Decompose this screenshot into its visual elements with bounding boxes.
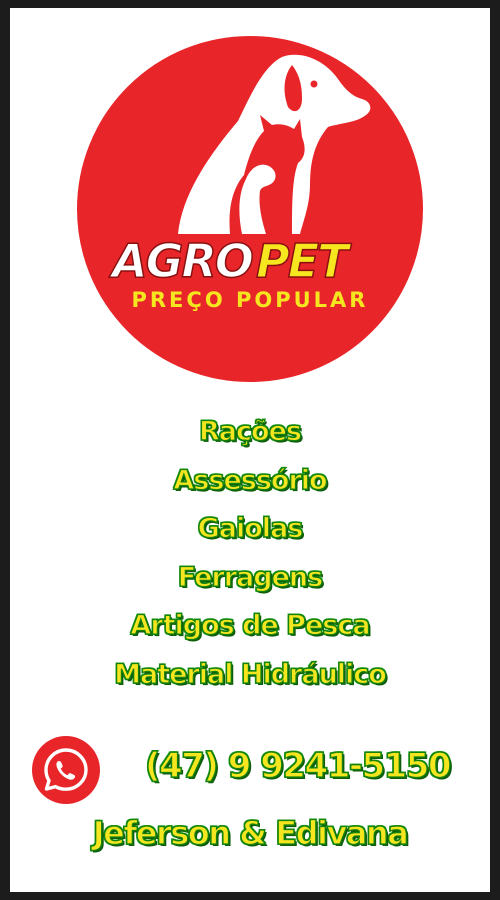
services-list: Rações Assessório Gaiolas Ferragens Arti… bbox=[10, 408, 490, 699]
service-item: Rações bbox=[198, 415, 302, 447]
business-card: AGRO PET PREÇO POPULAR Rações Assessório… bbox=[10, 8, 490, 892]
service-item: Assessório bbox=[173, 464, 328, 496]
owners-names: Jeferson & Edivana bbox=[92, 813, 409, 852]
service-item: Material Hidráulico bbox=[114, 658, 388, 690]
whatsapp-icon[interactable] bbox=[32, 736, 100, 804]
service-item: Ferragens bbox=[177, 561, 324, 593]
agropet-logo-graphic: AGRO PET PREÇO POPULAR bbox=[73, 32, 427, 386]
phone-number[interactable]: (47) 9 9241-5150 bbox=[144, 745, 452, 786]
brand-name-agro: AGRO bbox=[109, 234, 253, 288]
brand-tagline: PREÇO POPULAR bbox=[132, 288, 369, 312]
service-item: Artigos de Pesca bbox=[130, 609, 371, 641]
service-item: Gaiolas bbox=[197, 512, 304, 544]
brand-name-pet: PET bbox=[256, 234, 352, 288]
agropet-logo: AGRO PET PREÇO POPULAR bbox=[70, 29, 430, 389]
